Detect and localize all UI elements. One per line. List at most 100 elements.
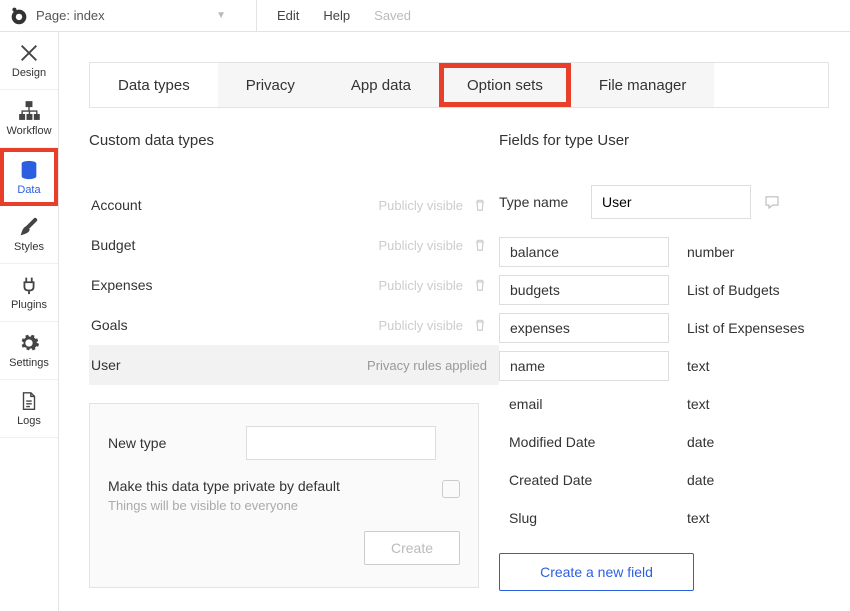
- help-menu[interactable]: Help: [323, 8, 350, 23]
- brush-icon: [18, 216, 40, 238]
- trash-icon[interactable]: [473, 238, 487, 252]
- type-name: Expenses: [91, 277, 152, 293]
- section-heading: Custom data types: [89, 132, 499, 149]
- field-type: text: [687, 358, 710, 374]
- sidebar-item-label: Data: [17, 184, 40, 196]
- field-row: budgets List of Budgets: [499, 275, 829, 305]
- field-type: text: [687, 510, 710, 526]
- field-name-static: Slug: [499, 510, 669, 526]
- visibility-label: Publicly visible: [378, 318, 487, 333]
- field-name-static: email: [499, 396, 669, 412]
- field-row: Slug text: [499, 503, 829, 533]
- plug-icon: [18, 274, 40, 296]
- gear-icon: [18, 332, 40, 354]
- create-type-button[interactable]: Create: [364, 531, 460, 565]
- bubble-logo-icon: [8, 5, 30, 27]
- edit-menu[interactable]: Edit: [277, 8, 299, 23]
- type-row-expenses[interactable]: Expenses Publicly visible: [89, 265, 499, 305]
- trash-icon[interactable]: [473, 278, 487, 292]
- private-checkbox-sub: Things will be visible to everyone: [108, 498, 340, 513]
- sidebar: Design Workflow Data Styles Plugins Sett…: [0, 32, 59, 611]
- sidebar-item-label: Logs: [17, 415, 41, 427]
- tab-label: Privacy: [246, 77, 295, 94]
- tab-privacy[interactable]: Privacy: [218, 63, 323, 107]
- sidebar-item-label: Workflow: [6, 125, 51, 137]
- field-name-input[interactable]: budgets: [499, 275, 669, 305]
- visibility-label: Privacy rules applied: [367, 358, 487, 373]
- type-row-user[interactable]: User Privacy rules applied: [89, 345, 499, 385]
- data-tabs: Data types Privacy App data Option sets …: [89, 62, 829, 108]
- private-checkbox-label: Make this data type private by default: [108, 478, 340, 494]
- tab-option-sets[interactable]: Option sets: [439, 63, 571, 107]
- create-field-button[interactable]: Create a new field: [499, 553, 694, 591]
- field-type: date: [687, 472, 714, 488]
- type-name: Account: [91, 197, 142, 213]
- field-type: List of Budgets: [687, 282, 780, 298]
- tab-label: Option sets: [467, 77, 543, 94]
- sidebar-item-styles[interactable]: Styles: [0, 206, 58, 264]
- field-row: balance number: [499, 237, 829, 267]
- field-name-static: Modified Date: [499, 434, 669, 450]
- fields-column: Fields for type User Type name balance n…: [499, 108, 829, 591]
- tab-file-manager[interactable]: File manager: [571, 63, 715, 107]
- field-row: Modified Date date: [499, 427, 829, 457]
- new-type-input[interactable]: [246, 426, 436, 460]
- field-name-input[interactable]: balance: [499, 237, 669, 267]
- visibility-label: Publicly visible: [378, 238, 487, 253]
- sidebar-item-label: Design: [12, 67, 46, 79]
- sidebar-item-label: Plugins: [11, 299, 47, 311]
- page-selector[interactable]: Page: index ▼: [36, 8, 236, 23]
- tab-app-data[interactable]: App data: [323, 63, 439, 107]
- saved-status: Saved: [374, 8, 411, 23]
- new-type-label: New type: [108, 435, 228, 451]
- field-type: date: [687, 434, 714, 450]
- trash-icon[interactable]: [473, 198, 487, 212]
- tab-label: Data types: [118, 77, 190, 94]
- chevron-down-icon: ▼: [216, 10, 226, 21]
- trash-icon[interactable]: [473, 318, 487, 332]
- type-row-account[interactable]: Account Publicly visible: [89, 185, 499, 225]
- field-row: Created Date date: [499, 465, 829, 495]
- private-checkbox[interactable]: [442, 480, 460, 498]
- sidebar-item-label: Styles: [14, 241, 44, 253]
- main-content: Data types Privacy App data Option sets …: [59, 32, 850, 611]
- field-name-static: Created Date: [499, 472, 669, 488]
- field-name-input[interactable]: name: [499, 351, 669, 381]
- sidebar-item-plugins[interactable]: Plugins: [0, 264, 58, 322]
- field-type: text: [687, 396, 710, 412]
- sidebar-item-logs[interactable]: Logs: [0, 380, 58, 438]
- sidebar-item-label: Settings: [9, 357, 49, 369]
- type-name-input[interactable]: [591, 185, 751, 219]
- section-heading: Fields for type User: [499, 132, 829, 149]
- type-name: Budget: [91, 237, 135, 253]
- tab-label: App data: [351, 77, 411, 94]
- field-name-input[interactable]: expenses: [499, 313, 669, 343]
- field-row: email text: [499, 389, 829, 419]
- type-row-goals[interactable]: Goals Publicly visible: [89, 305, 499, 345]
- comment-icon[interactable]: [763, 193, 781, 211]
- page-label: Page: index: [36, 8, 105, 23]
- sidebar-item-workflow[interactable]: Workflow: [0, 90, 58, 148]
- sidebar-item-data[interactable]: Data: [0, 148, 58, 206]
- field-row: name text: [499, 351, 829, 381]
- field-type: number: [687, 244, 734, 260]
- document-icon: [18, 390, 40, 412]
- new-type-panel: New type Make this data type private by …: [89, 403, 479, 588]
- sidebar-item-design[interactable]: Design: [0, 32, 58, 90]
- visibility-label: Publicly visible: [378, 278, 487, 293]
- workflow-icon: [18, 100, 40, 122]
- database-icon: [18, 159, 40, 181]
- tab-label: File manager: [599, 77, 687, 94]
- field-row: expenses List of Expenseses: [499, 313, 829, 343]
- sidebar-item-settings[interactable]: Settings: [0, 322, 58, 380]
- type-row-budget[interactable]: Budget Publicly visible: [89, 225, 499, 265]
- top-bar: Page: index ▼ Edit Help Saved: [0, 0, 850, 32]
- field-type: List of Expenseses: [687, 320, 805, 336]
- tab-data-types[interactable]: Data types: [90, 63, 218, 107]
- design-icon: [18, 42, 40, 64]
- type-name-label: Type name: [499, 194, 579, 210]
- type-name: User: [91, 357, 121, 373]
- visibility-label: Publicly visible: [378, 198, 487, 213]
- top-menu: Edit Help Saved: [256, 0, 411, 31]
- type-name: Goals: [91, 317, 128, 333]
